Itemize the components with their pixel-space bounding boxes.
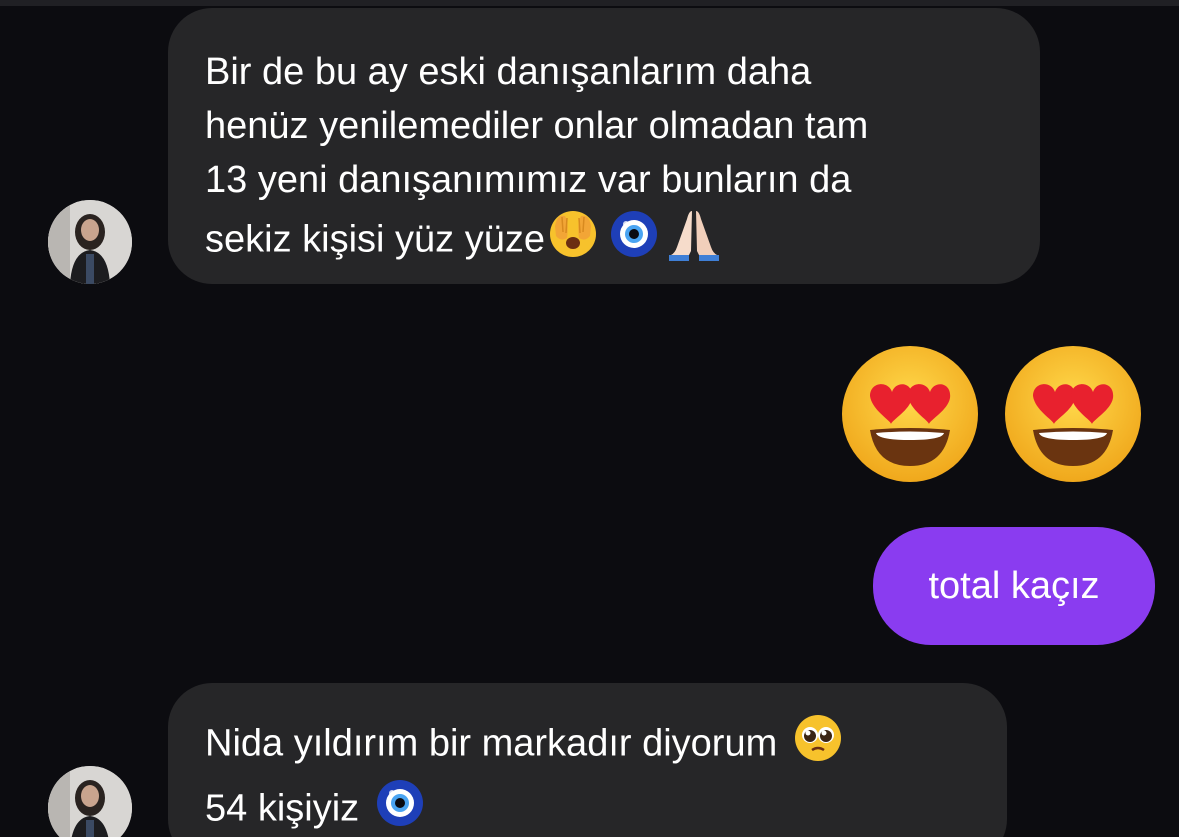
message-line: henüz yenilemediler onlar olmadan tam	[205, 105, 869, 147]
nazar-amulet-icon	[375, 778, 425, 837]
message-bubble-incoming[interactable]: Bir de bu ay eski danışanlarım daha henü…	[168, 8, 1040, 284]
message-line-with-emojis: sekiz kişisi yüz yüze	[205, 207, 1040, 276]
message-bubble-incoming[interactable]: Nida yıldırım bir markadır diyorum 54 ki…	[168, 683, 1007, 837]
contact-avatar[interactable]	[48, 766, 132, 837]
header-divider	[0, 0, 1179, 6]
heart-eyes-emoji-icon[interactable]	[840, 344, 980, 484]
avatar-photo-icon	[48, 200, 132, 284]
message-line-with-emoji: Nida yıldırım bir markadır diyorum	[205, 713, 1007, 778]
message-bubble-outgoing[interactable]: total kaçız	[873, 527, 1155, 645]
message-line: 13 yeni danışanımımız var bunların da	[205, 159, 852, 201]
face-hand-over-mouth-icon	[547, 208, 599, 275]
message-line: sekiz kişisi yüz yüze	[205, 218, 545, 261]
folded-hands-icon	[667, 207, 721, 276]
pleading-face-icon	[793, 713, 843, 778]
heart-eyes-emoji-icon[interactable]	[1003, 344, 1143, 484]
nazar-amulet-icon	[609, 209, 659, 274]
message-line: Nida yıldırım bir markadır diyorum	[205, 722, 778, 765]
message-text: total kaçız	[928, 564, 1100, 607]
message-line: 54 kişiyiz	[205, 787, 360, 830]
contact-avatar[interactable]	[48, 200, 132, 284]
avatar-photo-icon	[48, 766, 132, 837]
message-line: Bir de bu ay eski danışanlarım daha	[205, 51, 812, 93]
message-line-with-emoji: 54 kişiyiz	[205, 778, 1007, 837]
chat-thread: Bir de bu ay eski danışanlarım daha henü…	[0, 0, 1179, 837]
